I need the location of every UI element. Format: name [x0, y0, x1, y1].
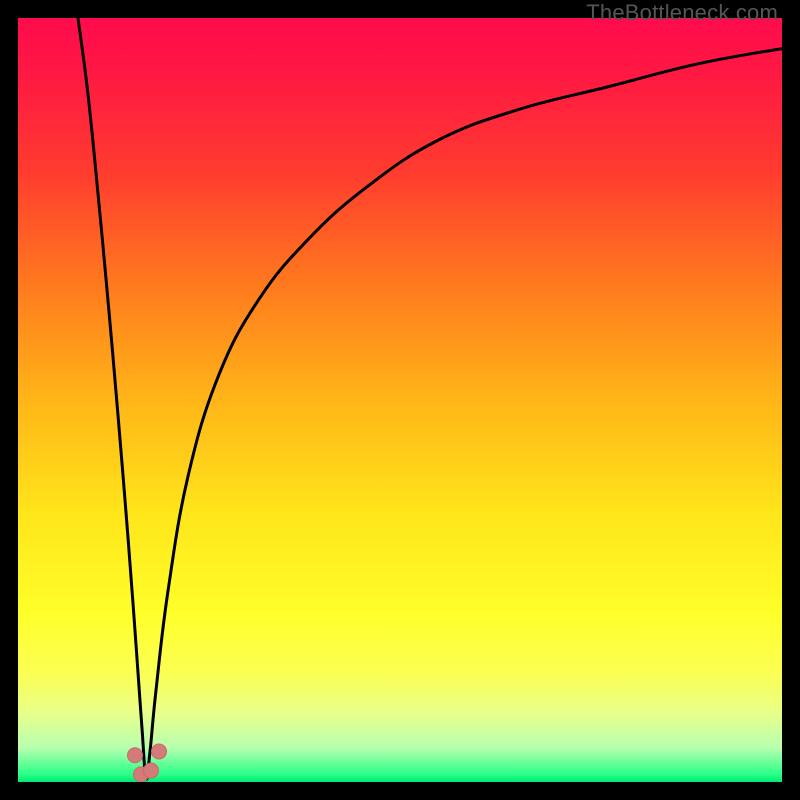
watermark-text: TheBottleneck.com [586, 0, 778, 26]
trough-marker [152, 744, 167, 759]
curve-layer [18, 18, 782, 782]
bottleneck-curve [78, 18, 782, 779]
plot-area [18, 18, 782, 782]
trough-marker [144, 763, 159, 778]
trough-marker [128, 748, 143, 763]
trough-markers [128, 744, 167, 782]
chart-frame: TheBottleneck.com [0, 0, 800, 800]
